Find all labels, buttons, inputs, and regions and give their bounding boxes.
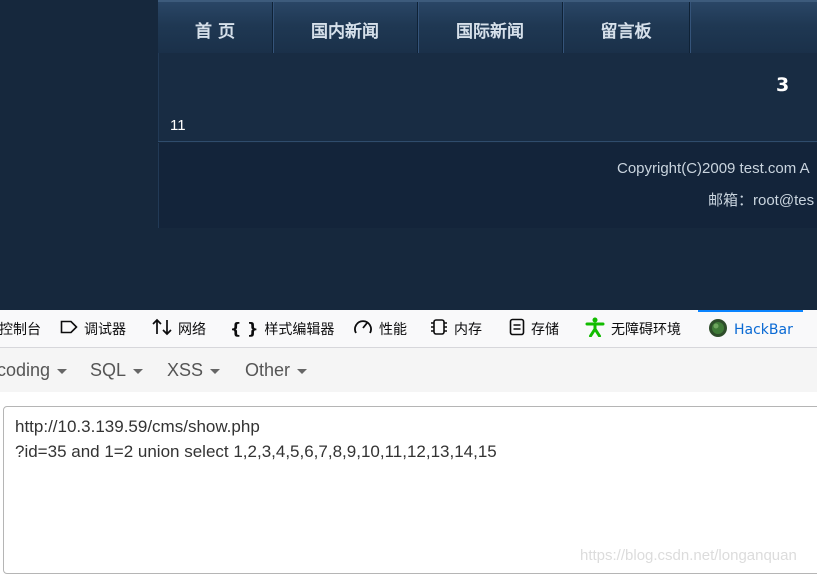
chevron-down-icon bbox=[297, 368, 308, 374]
tab-console-label: 控制台 bbox=[0, 321, 41, 338]
tab-console[interactable]: 控制台 bbox=[0, 310, 41, 347]
nav-domestic-news[interactable]: 国内新闻 bbox=[273, 2, 418, 54]
site-nav-bar: 首 页 国内新闻 国际新闻 留言板 bbox=[158, 0, 817, 55]
content-panel bbox=[158, 53, 817, 141]
injected-value-3: 3 bbox=[776, 74, 790, 96]
tab-accessibility-label: 无障碍环境 bbox=[611, 321, 681, 338]
memory-icon bbox=[430, 318, 448, 340]
performance-icon bbox=[353, 318, 373, 340]
chevron-down-icon bbox=[57, 368, 68, 374]
chevron-down-icon bbox=[133, 368, 144, 374]
sql-menu[interactable]: SQL bbox=[90, 360, 144, 381]
encoding-menu[interactable]: coding bbox=[0, 360, 68, 381]
accessibility-icon bbox=[585, 317, 605, 341]
tab-accessibility[interactable]: 无障碍环境 bbox=[585, 310, 681, 347]
tab-style-editor-label: 样式编辑器 bbox=[264, 321, 335, 338]
website-page: 首 页 国内新闻 国际新闻 留言板 3 11 Copyright(C)2009 … bbox=[0, 0, 817, 310]
tab-debugger-label: 调试器 bbox=[84, 321, 126, 338]
sql-menu-label: SQL bbox=[90, 360, 127, 380]
tab-style-editor[interactable]: { } 样式编辑器 bbox=[230, 310, 334, 347]
nav-guestbook[interactable]: 留言板 bbox=[563, 2, 690, 54]
tab-network-label: 网络 bbox=[178, 321, 206, 338]
chevron-down-icon bbox=[210, 368, 221, 374]
tab-memory-label: 内存 bbox=[454, 321, 482, 338]
url-line-1: http://10.3.139.59/cms/show.php bbox=[15, 417, 260, 436]
debugger-icon bbox=[60, 320, 78, 338]
style-editor-icon: { } bbox=[230, 319, 259, 338]
url-line-2: ?id=35 and 1=2 union select 1,2,3,4,5,6,… bbox=[15, 442, 497, 461]
site-footer bbox=[158, 143, 817, 228]
xss-menu[interactable]: XSS bbox=[167, 360, 221, 381]
other-menu-label: Other bbox=[245, 360, 291, 380]
xss-menu-label: XSS bbox=[167, 360, 204, 380]
injected-value-11: 11 bbox=[170, 117, 186, 134]
tab-storage[interactable]: 存储 bbox=[509, 310, 559, 347]
tab-network[interactable]: 网络 bbox=[152, 310, 206, 347]
encoding-menu-label: coding bbox=[0, 360, 51, 380]
devtools-toolbar: 控制台 调试器 网络 { } 样式编辑器 性能 内存 存储 无障碍环境 Hack… bbox=[0, 310, 817, 348]
tab-storage-label: 存储 bbox=[531, 321, 559, 338]
hackbar-menu-bar: coding SQL XSS Other bbox=[0, 348, 817, 393]
tab-hackbar[interactable]: HackBar bbox=[698, 310, 803, 347]
content-separator bbox=[158, 141, 817, 142]
tab-memory[interactable]: 内存 bbox=[430, 310, 482, 347]
hackbar-icon bbox=[708, 318, 728, 342]
watermark-text: https://blog.csdn.net/longanquan bbox=[580, 547, 797, 564]
nav-international-news[interactable]: 国际新闻 bbox=[418, 2, 563, 54]
nav-home[interactable]: 首 页 bbox=[158, 2, 273, 54]
network-icon bbox=[152, 318, 172, 340]
other-menu[interactable]: Other bbox=[245, 360, 308, 381]
tab-performance[interactable]: 性能 bbox=[353, 310, 407, 347]
tab-performance-label: 性能 bbox=[379, 321, 407, 338]
storage-icon bbox=[509, 318, 525, 340]
footer-email: 邮箱：root@tes bbox=[708, 192, 815, 209]
tab-debugger[interactable]: 调试器 bbox=[60, 310, 126, 347]
tab-hackbar-label: HackBar bbox=[734, 321, 793, 338]
footer-copyright: Copyright(C)2009 test.com A bbox=[617, 160, 810, 177]
